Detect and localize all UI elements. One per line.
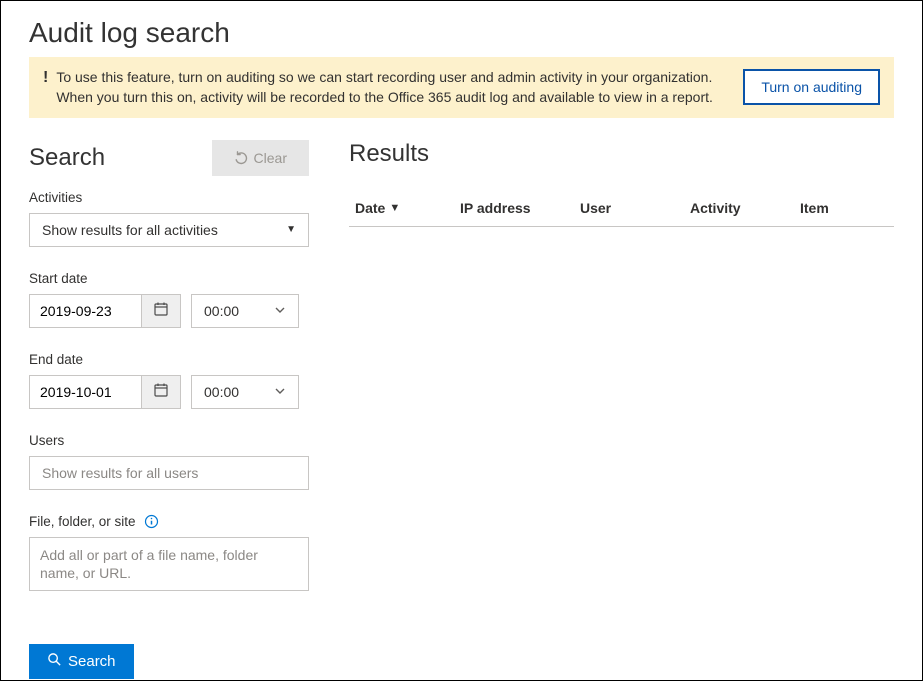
search-button-label: Search (68, 653, 116, 670)
activities-label: Activities (29, 190, 309, 205)
end-date-label: End date (29, 352, 309, 367)
search-button[interactable]: Search (29, 644, 134, 679)
users-input[interactable] (29, 456, 309, 490)
users-field-group: Users (29, 433, 309, 490)
start-date-label: Start date (29, 271, 309, 286)
search-panel: Search Clear Activities Show results for… (29, 140, 309, 679)
calendar-icon (153, 301, 169, 320)
content-area: Search Clear Activities Show results for… (29, 140, 894, 679)
calendar-icon (153, 382, 169, 401)
search-header-row: Search Clear (29, 140, 309, 176)
end-date-row: 00:00 (29, 375, 309, 409)
end-date-input[interactable] (29, 375, 141, 409)
start-time-value: 00:00 (204, 303, 239, 319)
column-header-date[interactable]: Date ▼ (355, 200, 460, 216)
app-frame: Audit log search ! To use this feature, … (0, 0, 923, 681)
search-icon (47, 652, 62, 671)
results-panel: Results Date ▼ IP address User Activity … (349, 140, 894, 679)
activities-field-group: Activities Show results for all activiti… (29, 190, 309, 247)
column-header-activity[interactable]: Activity (690, 200, 800, 216)
file-label: File, folder, or site (29, 514, 309, 529)
file-label-text: File, folder, or site (29, 514, 136, 529)
start-date-input[interactable] (29, 294, 141, 328)
users-label: Users (29, 433, 309, 448)
clear-button-label: Clear (254, 150, 287, 166)
start-date-row: 00:00 (29, 294, 309, 328)
file-field-group: File, folder, or site (29, 514, 309, 594)
turn-on-auditing-button[interactable]: Turn on auditing (743, 69, 880, 105)
start-time-dropdown[interactable]: 00:00 (191, 294, 299, 328)
start-date-group: Start date (29, 271, 309, 328)
undo-icon (234, 151, 248, 165)
end-date-group: End date (29, 352, 309, 409)
start-date-input-wrap (29, 294, 181, 328)
column-header-user[interactable]: User (580, 200, 690, 216)
chevron-down-icon (274, 384, 286, 400)
page-title: Audit log search (29, 17, 894, 49)
column-header-ip[interactable]: IP address (460, 200, 580, 216)
file-folder-site-input[interactable] (29, 537, 309, 591)
warning-icon: ! (43, 69, 48, 87)
end-date-calendar-button[interactable] (141, 375, 181, 409)
end-time-dropdown[interactable]: 00:00 (191, 375, 299, 409)
start-date-calendar-button[interactable] (141, 294, 181, 328)
column-header-item[interactable]: Item (800, 200, 894, 216)
column-header-date-label: Date (355, 200, 385, 216)
clear-button[interactable]: Clear (212, 140, 309, 176)
end-date-input-wrap (29, 375, 181, 409)
auditing-alert: ! To use this feature, turn on auditing … (29, 57, 894, 118)
results-section-title: Results (349, 140, 894, 168)
info-icon[interactable] (144, 514, 159, 529)
results-table-header: Date ▼ IP address User Activity Item (349, 190, 894, 227)
activities-selected: Show results for all activities (42, 222, 218, 238)
search-section-title: Search (29, 144, 105, 172)
chevron-down-icon (274, 303, 286, 319)
end-time-value: 00:00 (204, 384, 239, 400)
caret-down-icon: ▼ (286, 224, 296, 235)
activities-dropdown[interactable]: Show results for all activities ▼ (29, 213, 309, 247)
alert-message: To use this feature, turn on auditing so… (56, 67, 735, 108)
sort-desc-icon: ▼ (389, 202, 400, 214)
